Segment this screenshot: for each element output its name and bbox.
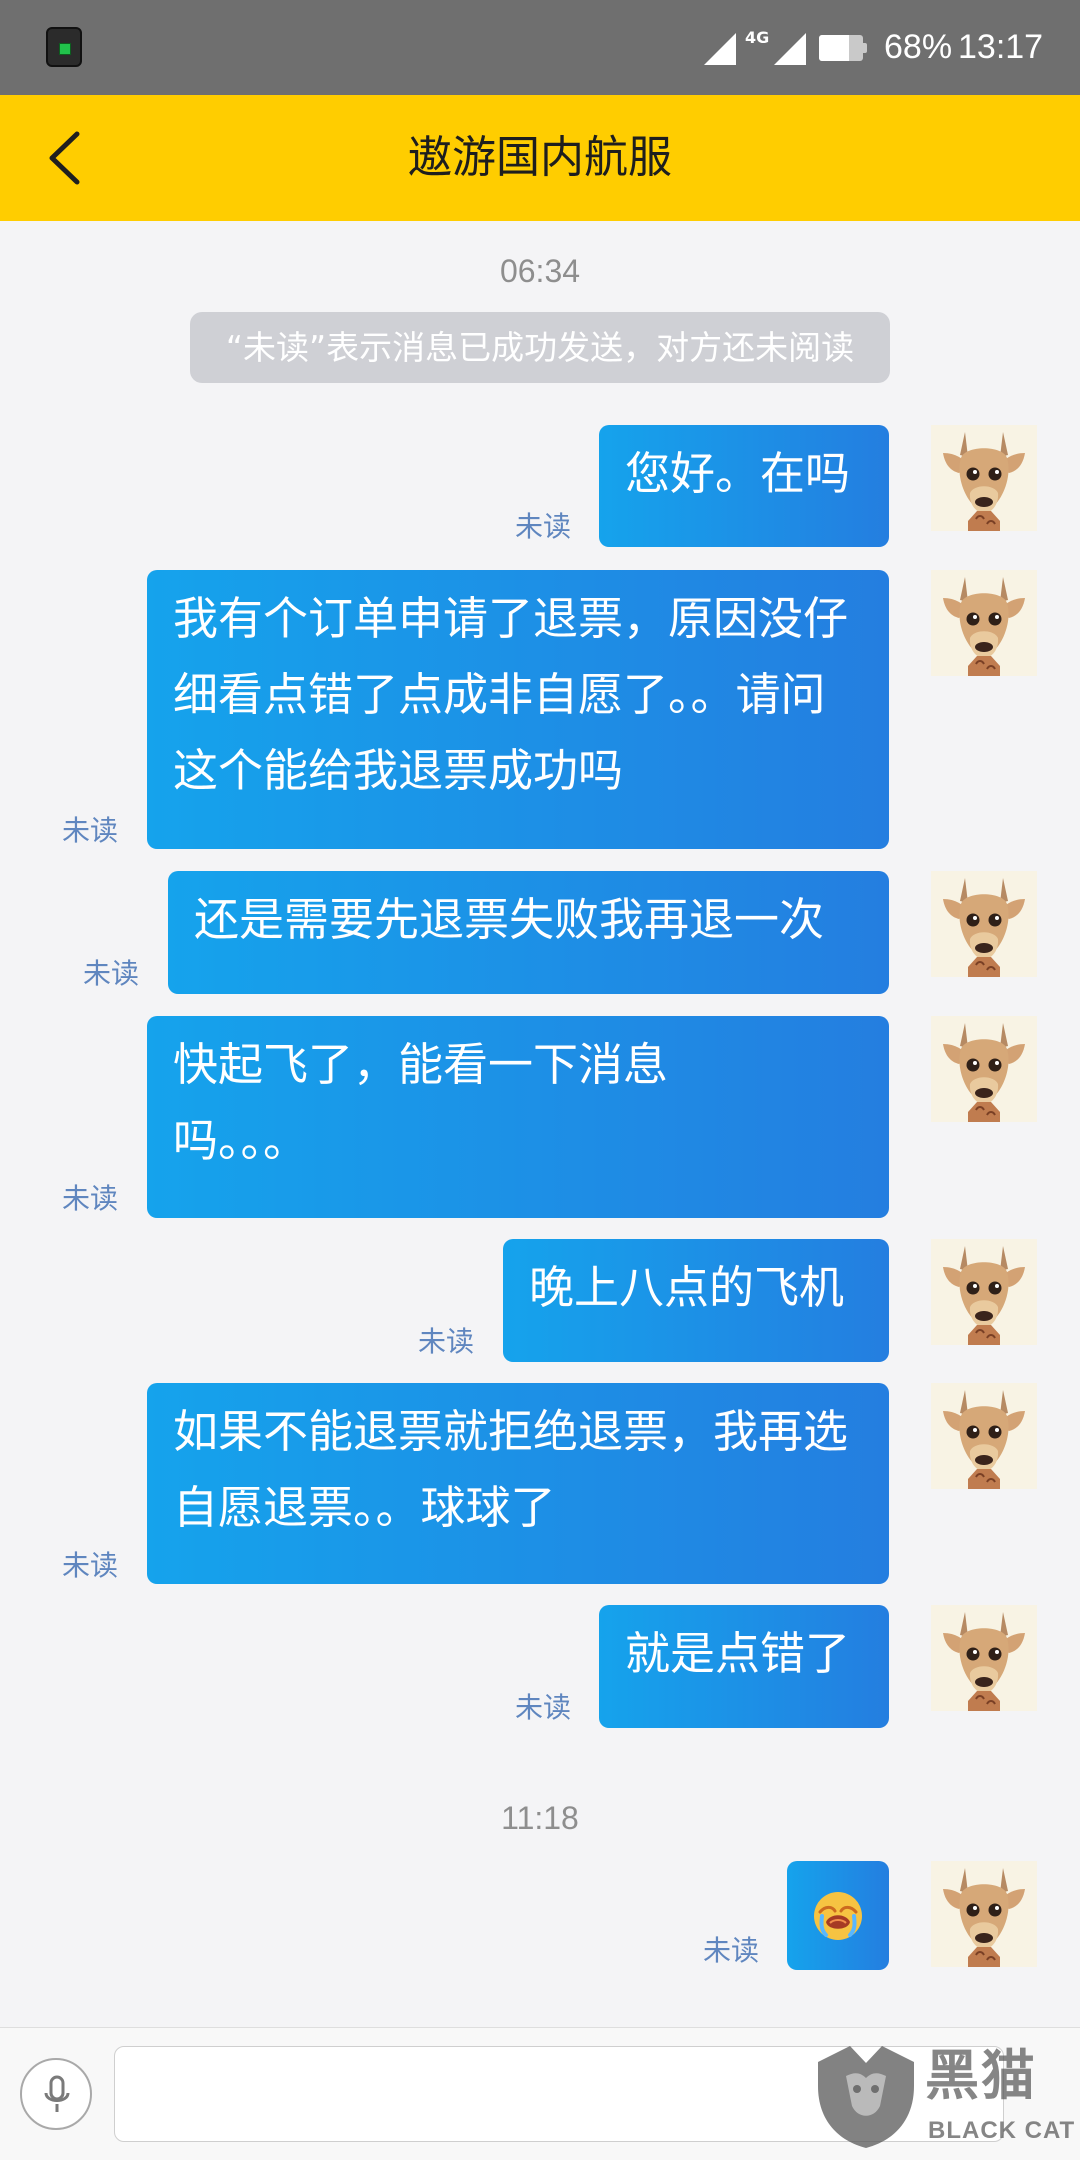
- message-input-bar: [0, 2027, 1080, 2160]
- read-status-label: 未读: [62, 814, 119, 847]
- emoji-message-bubble[interactable]: [787, 1861, 889, 1970]
- giraffe-avatar-icon: [931, 871, 1037, 977]
- read-status-label: 未读: [703, 1934, 760, 1967]
- page-title: 遨游国内航服: [408, 132, 672, 183]
- status-bar: 4G 68% 13:17: [0, 0, 1080, 95]
- user-avatar[interactable]: [931, 570, 1037, 676]
- read-status-notice: “未读”表示消息已成功发送，对方还未阅读: [190, 312, 890, 383]
- giraffe-avatar-icon: [931, 1016, 1037, 1122]
- message-text: 晚上八点的飞机: [529, 1261, 845, 1314]
- message-bubble[interactable]: 快起飞了，能看一下消息吗。。。: [147, 1016, 889, 1218]
- app-notification-icon: [46, 27, 82, 67]
- message-bubble[interactable]: 就是点错了: [599, 1605, 889, 1728]
- user-avatar[interactable]: [931, 871, 1037, 977]
- chevron-left-icon: [49, 131, 80, 185]
- user-avatar[interactable]: [931, 425, 1037, 531]
- message-text: 您好。在吗: [625, 447, 851, 500]
- read-status-label: 未读: [515, 510, 572, 543]
- giraffe-avatar-icon: [931, 1605, 1037, 1711]
- message-list[interactable]: 06:34 “未读”表示消息已成功发送，对方还未阅读 您好。在吗 未读 我有个订…: [0, 221, 1080, 2027]
- crying-face-icon: [814, 1891, 862, 1940]
- message-bubble[interactable]: 如果不能退票就拒绝退票，我再选自愿退票。。球球了: [147, 1383, 889, 1584]
- message-text: 如果不能退票就拒绝退票，我再选自愿退票。。球球了: [173, 1405, 849, 1534]
- status-time: 13:17: [958, 28, 1044, 66]
- user-avatar[interactable]: [931, 1383, 1037, 1489]
- message-text: 我有个订单申请了退票，原因没仔细看点错了点成非自愿了。。请问这个能给我退票成功吗: [173, 592, 849, 797]
- read-status-label: 未读: [418, 1325, 475, 1358]
- read-status-label: 未读: [515, 1691, 572, 1724]
- message-text: 就是点错了: [625, 1627, 851, 1680]
- signal-icon: [704, 33, 736, 65]
- giraffe-avatar-icon: [931, 1239, 1037, 1345]
- battery-percentage: 68%: [884, 28, 953, 66]
- message-text: 还是需要先退票失败我再退一次: [194, 893, 825, 946]
- network-type: 4G: [745, 28, 770, 47]
- chat-header: 遨游国内航服: [0, 95, 1080, 221]
- giraffe-avatar-icon: [931, 425, 1037, 531]
- read-status-label: 未读: [62, 1182, 119, 1215]
- user-avatar[interactable]: [931, 1239, 1037, 1345]
- message-bubble[interactable]: 您好。在吗: [599, 425, 889, 547]
- message-text: 快起飞了，能看一下消息吗。。。: [173, 1038, 669, 1167]
- message-timestamp: 06:34: [499, 253, 581, 289]
- message-bubble[interactable]: 晚上八点的飞机: [503, 1239, 889, 1362]
- giraffe-avatar-icon: [931, 1861, 1037, 1967]
- giraffe-avatar-icon: [931, 1383, 1037, 1489]
- microphone-icon: [44, 2075, 70, 2112]
- back-button[interactable]: [30, 120, 106, 196]
- message-bubble[interactable]: 还是需要先退票失败我再退一次: [168, 871, 889, 994]
- message-input[interactable]: [114, 2046, 1004, 2142]
- read-status-label: 未读: [62, 1549, 119, 1582]
- voice-input-button[interactable]: [20, 2058, 92, 2130]
- message-bubble[interactable]: 我有个订单申请了退票，原因没仔细看点错了点成非自愿了。。请问这个能给我退票成功吗: [147, 570, 889, 849]
- giraffe-avatar-icon: [931, 570, 1037, 676]
- user-avatar[interactable]: [931, 1605, 1037, 1711]
- user-avatar[interactable]: [931, 1861, 1037, 1967]
- battery-icon: [819, 35, 867, 61]
- user-avatar[interactable]: [931, 1016, 1037, 1122]
- read-status-label: 未读: [83, 957, 140, 990]
- message-timestamp: 11:18: [501, 1800, 579, 1836]
- signal-icon: [774, 33, 806, 65]
